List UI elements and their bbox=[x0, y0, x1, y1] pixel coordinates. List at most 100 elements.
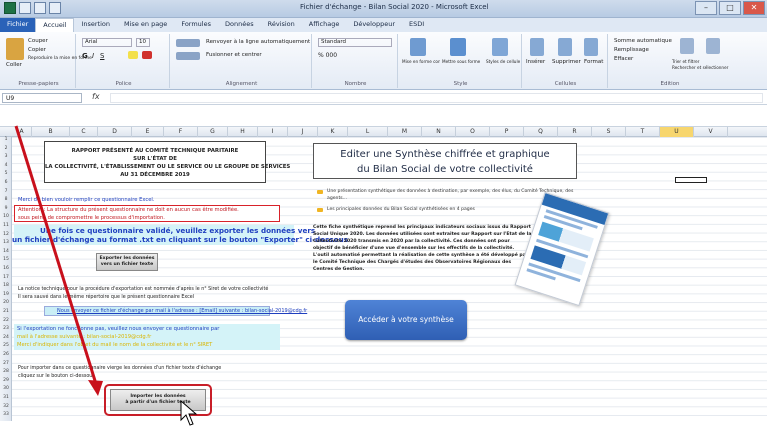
table-format-icon[interactable] bbox=[450, 38, 466, 56]
column-header[interactable]: T bbox=[626, 127, 660, 137]
font-color-icon[interactable] bbox=[142, 51, 152, 59]
row-header[interactable]: 33 bbox=[0, 412, 12, 417]
column-header[interactable]: R bbox=[558, 127, 592, 137]
table-format-button[interactable]: Mettre sous forme de tableau bbox=[442, 59, 480, 64]
name-box[interactable]: U9 bbox=[2, 93, 82, 103]
find-select-icon[interactable] bbox=[706, 38, 720, 54]
column-header[interactable]: C bbox=[70, 127, 98, 137]
column-header[interactable]: H bbox=[228, 127, 258, 137]
sort-filter-button[interactable]: Trier et filtrer bbox=[672, 59, 699, 64]
clear-button[interactable]: Effacer bbox=[614, 56, 633, 62]
tab-home[interactable]: Accueil bbox=[35, 18, 75, 32]
tab-data[interactable]: Données bbox=[218, 18, 261, 32]
tab-developer[interactable]: Développeur bbox=[346, 18, 402, 32]
column-header[interactable]: L bbox=[348, 127, 388, 137]
insert-button[interactable]: Insérer bbox=[526, 59, 545, 65]
tab-review[interactable]: Révision bbox=[261, 18, 302, 32]
delete-cells-icon[interactable] bbox=[558, 38, 572, 56]
align-left-icon[interactable] bbox=[176, 52, 200, 60]
wrap-text-button[interactable]: Renvoyer à la ligne automatiquement bbox=[206, 39, 310, 45]
sort-filter-icon[interactable] bbox=[680, 38, 694, 54]
autosum-button[interactable]: Somme automatique bbox=[614, 38, 672, 44]
cut-button[interactable]: Couper bbox=[28, 38, 48, 44]
tab-insert[interactable]: Insertion bbox=[74, 18, 117, 32]
row-header[interactable]: 4 bbox=[0, 163, 12, 168]
row-header[interactable]: 20 bbox=[0, 300, 12, 305]
conditional-format-icon[interactable] bbox=[410, 38, 426, 56]
column-header[interactable]: E bbox=[132, 127, 164, 137]
row-header[interactable]: 9 bbox=[0, 206, 12, 211]
fill-color-icon[interactable] bbox=[128, 51, 138, 59]
italic-button[interactable]: I bbox=[92, 52, 94, 60]
row-header[interactable]: 26 bbox=[0, 352, 12, 357]
column-header[interactable]: I bbox=[258, 127, 288, 137]
email-link-box[interactable]: Nous envoyer ce fichier d'échange par ma… bbox=[44, 306, 307, 316]
column-header[interactable]: M bbox=[388, 127, 422, 137]
row-header[interactable]: 25 bbox=[0, 343, 12, 348]
formula-input[interactable] bbox=[110, 93, 763, 103]
access-synthesis-button[interactable]: Accéder à votre synthèse bbox=[345, 300, 467, 340]
row-header[interactable]: 1 bbox=[0, 137, 12, 142]
row-header[interactable]: 7 bbox=[0, 189, 12, 194]
format-button[interactable]: Format bbox=[584, 59, 603, 65]
format-cells-icon[interactable] bbox=[584, 38, 598, 56]
row-header[interactable]: 14 bbox=[0, 249, 12, 254]
column-header[interactable]: N bbox=[422, 127, 456, 137]
row-header[interactable]: 3 bbox=[0, 154, 12, 159]
merge-center-button[interactable]: Fusionner et centrer bbox=[206, 52, 262, 58]
column-header[interactable]: D bbox=[98, 127, 132, 137]
redo-icon[interactable] bbox=[49, 2, 61, 14]
row-header[interactable]: 31 bbox=[0, 395, 12, 400]
column-header[interactable]: O bbox=[456, 127, 490, 137]
row-header[interactable]: 15 bbox=[0, 257, 12, 262]
row-header[interactable]: 24 bbox=[0, 335, 12, 340]
column-header[interactable]: B bbox=[32, 127, 70, 137]
row-header[interactable]: 6 bbox=[0, 180, 12, 185]
row-header[interactable]: 32 bbox=[0, 404, 12, 409]
cell-styles-icon[interactable] bbox=[492, 38, 508, 56]
font-select[interactable]: Arial bbox=[82, 38, 132, 47]
tab-view[interactable]: Affichage bbox=[302, 18, 347, 32]
row-header[interactable]: 11 bbox=[0, 223, 12, 228]
tab-page-layout[interactable]: Mise en page bbox=[117, 18, 174, 32]
maximize-button[interactable]: □ bbox=[719, 1, 741, 15]
column-header[interactable]: K bbox=[318, 127, 348, 137]
percent-button[interactable]: % 000 bbox=[318, 52, 337, 59]
cell-styles-button[interactable]: Styles de cellules bbox=[486, 59, 520, 64]
close-button[interactable]: ✕ bbox=[743, 1, 765, 15]
row-header[interactable]: 5 bbox=[0, 171, 12, 176]
column-header[interactable]: P bbox=[490, 127, 524, 137]
column-header[interactable]: S bbox=[592, 127, 626, 137]
undo-icon[interactable] bbox=[34, 2, 46, 14]
export-data-button[interactable]: Exporter les données vers un fichier tex… bbox=[96, 253, 158, 271]
row-header[interactable]: 13 bbox=[0, 240, 12, 245]
number-format-select[interactable]: Standard bbox=[318, 38, 392, 47]
row-header[interactable]: 23 bbox=[0, 326, 12, 331]
row-header[interactable]: 10 bbox=[0, 214, 12, 219]
email-link[interactable]: Nous envoyer ce fichier d'échange par ma… bbox=[57, 308, 307, 314]
fx-icon[interactable]: fx bbox=[92, 92, 100, 101]
row-header[interactable]: 2 bbox=[0, 146, 12, 151]
save-icon[interactable] bbox=[19, 2, 31, 14]
row-header[interactable]: 17 bbox=[0, 275, 12, 280]
row-header[interactable]: 18 bbox=[0, 283, 12, 288]
row-header[interactable]: 21 bbox=[0, 309, 12, 314]
row-header[interactable]: 19 bbox=[0, 292, 12, 297]
bold-button[interactable]: G bbox=[82, 52, 88, 60]
align-top-icon[interactable] bbox=[176, 39, 200, 47]
tab-file[interactable]: Fichier bbox=[0, 18, 36, 32]
column-header[interactable]: V bbox=[694, 127, 728, 137]
copy-button[interactable]: Copier bbox=[28, 47, 46, 53]
delete-button[interactable]: Supprimer bbox=[552, 59, 581, 65]
paste-icon[interactable] bbox=[6, 38, 24, 60]
row-header[interactable]: 16 bbox=[0, 266, 12, 271]
selected-cell-shape[interactable] bbox=[675, 177, 707, 183]
row-header[interactable]: 27 bbox=[0, 361, 12, 366]
row-header[interactable]: 29 bbox=[0, 378, 12, 383]
find-select-button[interactable]: Rechercher et sélectionner bbox=[672, 65, 728, 70]
tab-formulas[interactable]: Formules bbox=[174, 18, 218, 32]
conditional-format-button[interactable]: Mise en forme conditionnelle bbox=[402, 59, 440, 64]
row-header[interactable]: 12 bbox=[0, 232, 12, 237]
minimize-button[interactable]: – bbox=[695, 1, 717, 15]
column-header[interactable]: Q bbox=[524, 127, 558, 137]
